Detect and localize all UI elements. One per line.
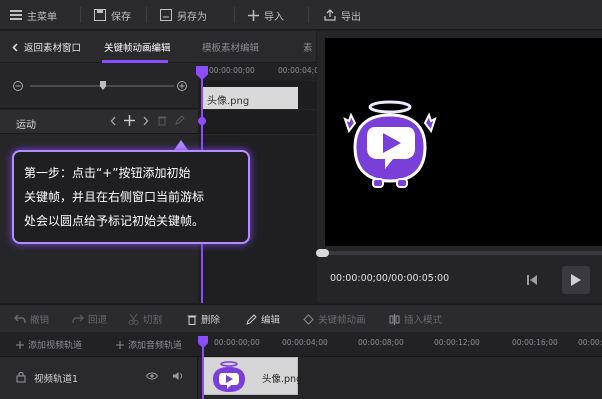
keyframe-ruler: 00:00:00;00 00:00:04;0 bbox=[198, 63, 319, 81]
prev-keyframe-icon[interactable] bbox=[110, 116, 116, 126]
export-label: 导出 bbox=[341, 11, 361, 23]
motion-label: 运动 bbox=[16, 120, 36, 131]
add-audio-track-label: 添加音频轨道 bbox=[128, 341, 183, 351]
zoom-out-icon[interactable] bbox=[13, 81, 23, 91]
tooltip-arrow bbox=[174, 140, 188, 150]
back-to-material-tab[interactable]: 返回素材窗口 bbox=[12, 31, 81, 63]
plus-icon bbox=[248, 9, 259, 21]
tab-template-edit[interactable]: 模板素材编辑 bbox=[202, 31, 259, 63]
tutorial-tooltip: 第一步：点击“+”按钮添加初始 关键帧，并且在右侧窗口当前游标 处会以圆点给予标… bbox=[12, 150, 250, 244]
keyframe-icon bbox=[303, 313, 314, 325]
export-button[interactable]: 导出 bbox=[324, 0, 361, 30]
save-label: 保存 bbox=[111, 11, 131, 23]
hamburger-icon bbox=[10, 10, 22, 20]
timeline-tick: 00:00:04;00 bbox=[282, 338, 328, 347]
add-video-track-label: 添加视频轨道 bbox=[28, 341, 83, 351]
tooltip-line-3: 处会以圆点给予标记初始关键帧。 bbox=[24, 214, 205, 228]
keyframe-clip[interactable]: 头像.png bbox=[201, 87, 298, 109]
timeline-tick: 00:00:00;00 bbox=[214, 338, 260, 347]
save-as-button[interactable]: 另存为 bbox=[160, 0, 207, 30]
panel-tabs: 返回素材窗口 关键帧动画编辑 模板素材编辑 素 bbox=[0, 31, 316, 63]
preview-canvas bbox=[325, 38, 602, 246]
keyframe-tab-label: 关键帧动画编辑 bbox=[104, 43, 171, 54]
more-tab-label: 素 bbox=[303, 43, 313, 54]
undo-icon bbox=[14, 314, 26, 324]
export-icon bbox=[324, 9, 336, 21]
delete-button[interactable]: 删除 bbox=[187, 305, 220, 333]
delete-label: 删除 bbox=[201, 315, 221, 326]
timeline-tick: 00:00:08;00 bbox=[358, 338, 404, 347]
import-button[interactable]: 导入 bbox=[248, 0, 284, 30]
plus-icon bbox=[116, 340, 124, 349]
redo-label: 回退 bbox=[88, 315, 108, 326]
motion-track bbox=[198, 110, 316, 134]
keyframe-animation-button[interactable]: 关键帧动画 bbox=[303, 305, 366, 333]
previous-frame-button[interactable] bbox=[520, 268, 544, 292]
edit-keyframe-icon[interactable] bbox=[175, 115, 185, 125]
tooltip-line-1: 第一步：点击“+”按钮添加初始 bbox=[24, 166, 191, 180]
tooltip-line-2: 关键帧，并且在右侧窗口当前游标 bbox=[24, 190, 205, 204]
add-video-track-button[interactable]: 添加视频轨道 bbox=[16, 332, 82, 357]
ruler-start-time: 00:00:00;00 bbox=[209, 66, 255, 75]
eye-icon[interactable] bbox=[146, 372, 158, 380]
zoom-row bbox=[0, 63, 198, 109]
redo-icon bbox=[72, 314, 84, 324]
volume-icon[interactable] bbox=[172, 371, 184, 381]
tab-more[interactable]: 素 bbox=[303, 31, 313, 63]
chevron-left-icon bbox=[12, 42, 18, 52]
save-as-label: 另存为 bbox=[177, 11, 207, 23]
timeline-tick: 00:00:12;00 bbox=[434, 338, 480, 347]
keyframe-clip-name: 头像.png bbox=[207, 96, 250, 107]
ruler-next-time: 00:00:04;0 bbox=[278, 66, 319, 75]
video-clip-name: 头像.png bbox=[262, 374, 303, 385]
scissors-icon bbox=[128, 313, 139, 325]
zoom-slider-handle[interactable] bbox=[100, 81, 106, 90]
back-tab-label: 返回素材窗口 bbox=[24, 43, 82, 54]
preview-timecode: 00:00:00;00/00:00:05:00 bbox=[330, 273, 450, 284]
save-icon bbox=[94, 9, 106, 21]
template-tab-label: 模板素材编辑 bbox=[202, 43, 260, 54]
preview-progress-knob[interactable] bbox=[316, 249, 329, 257]
add-keyframe-icon[interactable] bbox=[124, 115, 135, 126]
motion-row: 运动 bbox=[0, 110, 198, 134]
timeline-tick: 00:00:16;00 bbox=[512, 338, 558, 347]
save-button[interactable]: 保存 bbox=[94, 0, 131, 30]
lock-icon[interactable] bbox=[16, 371, 26, 383]
undo-label: 撤销 bbox=[30, 315, 50, 326]
delete-keyframe-icon[interactable] bbox=[157, 115, 167, 126]
cut-label: 切割 bbox=[143, 315, 163, 326]
save-as-icon bbox=[160, 9, 172, 21]
insert-mode-icon bbox=[389, 313, 400, 325]
tab-keyframe-edit[interactable]: 关键帧动画编辑 bbox=[104, 31, 171, 63]
play-button[interactable] bbox=[562, 266, 590, 294]
zoom-in-icon[interactable] bbox=[177, 81, 187, 91]
redo-button[interactable]: 回退 bbox=[72, 305, 107, 333]
keyframe-animation-label: 关键帧动画 bbox=[318, 315, 366, 326]
undo-button[interactable]: 撤销 bbox=[14, 305, 49, 333]
top-menu-bar: 主菜单 保存 另存为 导入 导出 bbox=[0, 0, 602, 30]
timeline-tick: 00:00:20 bbox=[578, 338, 602, 347]
clip-thumbnail bbox=[213, 361, 245, 392]
insert-mode-label: 插入模式 bbox=[404, 315, 443, 326]
pencil-icon bbox=[246, 313, 257, 325]
mascot-image bbox=[343, 100, 437, 188]
next-keyframe-icon[interactable] bbox=[143, 116, 149, 126]
plus-icon bbox=[16, 340, 24, 349]
video-track-header: 视频轨道1 bbox=[0, 357, 198, 399]
main-menu-button[interactable]: 主菜单 bbox=[10, 0, 57, 30]
play-icon bbox=[570, 273, 582, 287]
cut-button[interactable]: 切割 bbox=[128, 305, 162, 333]
insert-mode-button[interactable]: 插入模式 bbox=[389, 305, 442, 333]
timeline-header: 添加视频轨道 添加音频轨道 00:00:00;00 00:00:04;00 00… bbox=[0, 332, 602, 357]
import-label: 导入 bbox=[264, 11, 284, 23]
edit-toolbar: 撤销 回退 切割 删除 编辑 关键帧动画 插入模式 bbox=[0, 304, 602, 332]
trash-icon bbox=[187, 314, 197, 325]
preview-progress-track[interactable] bbox=[317, 251, 602, 255]
edit-label: 编辑 bbox=[261, 315, 281, 326]
track-name: 视频轨道1 bbox=[34, 374, 79, 385]
skip-back-icon bbox=[526, 274, 538, 286]
edit-button[interactable]: 编辑 bbox=[246, 305, 280, 333]
main-menu-label: 主菜单 bbox=[27, 11, 57, 23]
add-audio-track-button[interactable]: 添加音频轨道 bbox=[116, 332, 182, 357]
